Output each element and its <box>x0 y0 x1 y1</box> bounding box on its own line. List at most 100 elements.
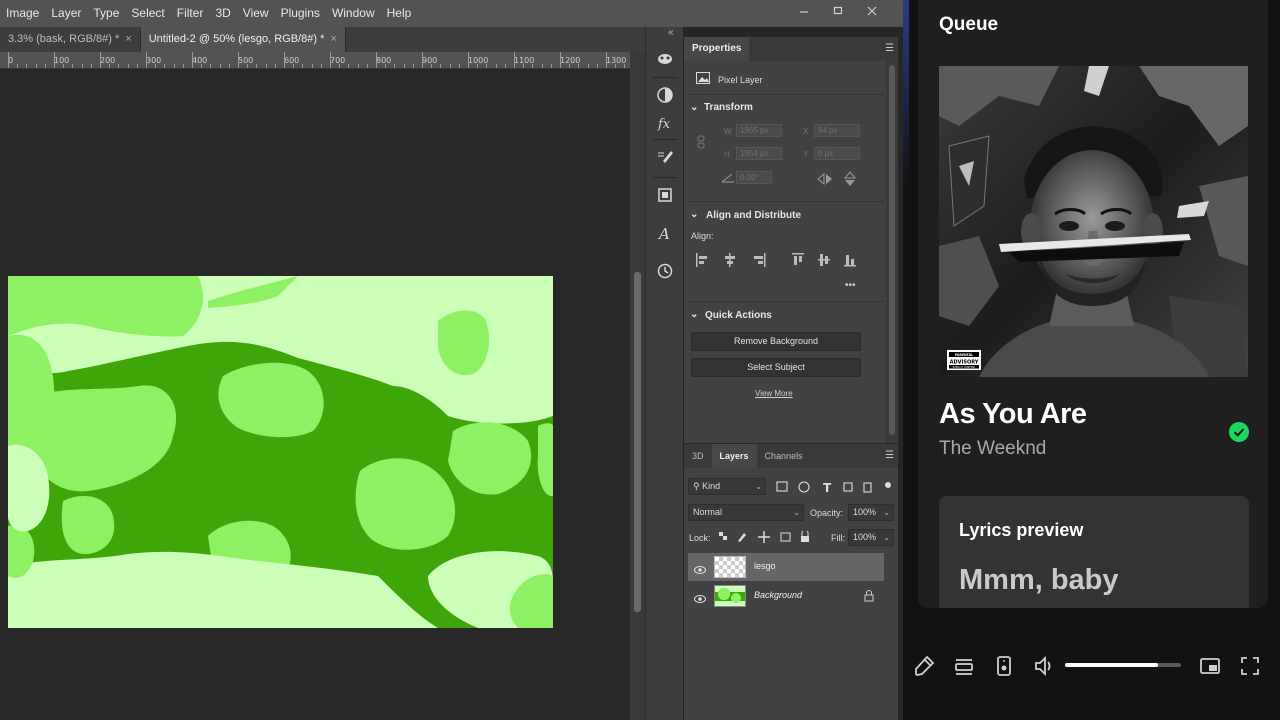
close-icon[interactable] <box>855 0 889 22</box>
queue-icon[interactable] <box>952 654 976 678</box>
document-tabs: 3.3% (bask, RGB/8#) * × Untitled-2 @ 50% … <box>0 27 645 52</box>
queue-title[interactable]: Queue <box>939 14 998 36</box>
ruler-mark <box>615 64 617 68</box>
adjustments-icon[interactable] <box>654 84 676 106</box>
menu-window[interactable]: Window <box>326 0 381 27</box>
ruler-mark <box>118 64 120 68</box>
layer-filter-dropdown[interactable]: ⚲ Kind ⌄ <box>688 478 766 495</box>
maximize-icon[interactable] <box>821 0 855 22</box>
x-field[interactable]: 94 px <box>814 124 860 137</box>
panel-menu-icon[interactable]: ☰ <box>885 450 894 461</box>
y-field[interactable]: 0 px <box>814 147 860 160</box>
filter-smart-object-icon <box>863 482 872 493</box>
link-icon[interactable] <box>696 135 706 151</box>
select-subject-button[interactable]: Select Subject <box>691 358 861 377</box>
width-field[interactable]: 1965 px <box>736 124 782 137</box>
filter-type-icon: T <box>823 481 832 493</box>
connect-device-icon[interactable] <box>992 654 1016 678</box>
blend-mode-dropdown[interactable]: Normal ⌄ <box>688 504 804 521</box>
menu-3d[interactable]: 3D <box>209 0 236 27</box>
align-buttons <box>696 253 856 267</box>
visibility-eye-icon[interactable] <box>694 590 706 608</box>
artist-name[interactable]: The Weeknd <box>939 438 1046 460</box>
layer-kind-label: Pixel Layer <box>718 75 763 85</box>
menu-plugins[interactable]: Plugins <box>275 0 326 27</box>
ruler-mark <box>311 64 313 68</box>
more-options-button[interactable]: ••• <box>845 280 856 291</box>
fx-icon[interactable]: fx <box>654 112 676 134</box>
visibility-eye-icon[interactable] <box>694 561 706 579</box>
menu-type[interactable]: Type <box>87 0 125 27</box>
properties-scrollbar[interactable] <box>886 61 898 443</box>
3d-icon[interactable] <box>654 47 676 69</box>
filter-adjustment-icon <box>798 481 810 493</box>
angle-field[interactable]: 0.00° <box>736 171 772 184</box>
transform-chevron-icon[interactable]: ⌄ <box>690 102 698 113</box>
layer-name: Background <box>754 590 803 600</box>
tab-3d[interactable]: 3D <box>684 444 712 468</box>
lyrics-preview-card[interactable]: Lyrics preview Mmm, baby <box>939 496 1249 608</box>
ruler-mark <box>403 64 405 68</box>
document-canvas[interactable] <box>8 276 553 628</box>
minimize-icon[interactable] <box>787 0 821 22</box>
tab-channels[interactable]: Channels <box>757 444 811 468</box>
fullscreen-icon[interactable] <box>1238 654 1262 678</box>
ruler-tick: 400 <box>192 56 208 65</box>
tab-layers[interactable]: Layers <box>711 444 757 468</box>
menu-filter[interactable]: Filter <box>171 0 210 27</box>
remove-background-button[interactable]: Remove Background <box>691 332 861 351</box>
layer-row-lesgo[interactable]: lesgo <box>688 553 884 581</box>
volume-slider[interactable] <box>1065 663 1181 667</box>
menu-layer[interactable]: Layer <box>45 0 87 27</box>
quick-actions-chevron-icon[interactable]: ⌄ <box>690 309 698 320</box>
menu-help[interactable]: Help <box>381 0 418 27</box>
collapse-panels-icon[interactable]: « <box>668 27 674 38</box>
ruler-tick: 500 <box>238 56 254 65</box>
scrollbar-thumb[interactable] <box>889 65 895 435</box>
close-tab-icon[interactable]: × <box>125 33 131 45</box>
saved-check-icon[interactable] <box>1229 422 1249 442</box>
clone-source-icon[interactable] <box>654 184 676 206</box>
doc-tab-untitled-2[interactable]: Untitled-2 @ 50% (lesgo, RGB/8#) * × <box>140 27 346 52</box>
microphone-icon[interactable] <box>912 654 936 678</box>
menu-view[interactable]: View <box>237 0 275 27</box>
layer-row-background[interactable]: Background <box>688 582 884 610</box>
transform-section-title[interactable]: Transform <box>704 102 753 113</box>
character-icon[interactable]: A <box>654 222 676 244</box>
opacity-field[interactable]: 100% ⌄ <box>848 504 894 521</box>
ruler-mark <box>63 64 65 68</box>
ruler-mark <box>127 64 129 68</box>
panel-menu-icon[interactable]: ☰ <box>885 43 894 54</box>
doc-tab-bask[interactable]: 3.3% (bask, RGB/8#) * × <box>0 27 141 52</box>
advisory-main-text: ADVISORY <box>950 360 979 366</box>
height-field[interactable]: 1954 px <box>736 147 782 160</box>
height-label: H <box>724 150 730 159</box>
album-art[interactable]: PARENTAL ADVISORY EXPLICIT CONTENT <box>939 66 1248 377</box>
miniplayer-icon[interactable] <box>1198 654 1222 678</box>
lock-buttons <box>719 531 809 543</box>
ruler-mark <box>339 64 341 68</box>
align-chevron-icon[interactable]: ⌄ <box>690 209 698 220</box>
divider <box>652 139 678 140</box>
view-more-link[interactable]: View More <box>755 389 793 398</box>
fill-field[interactable]: 100% ⌄ <box>848 529 894 546</box>
menu-image[interactable]: Image <box>0 0 45 27</box>
lock-icon <box>864 589 874 607</box>
volume-icon[interactable] <box>1032 654 1056 678</box>
quick-actions-title[interactable]: Quick Actions <box>705 310 772 321</box>
tab-properties[interactable]: Properties <box>684 37 750 61</box>
align-section-title[interactable]: Align and Distribute <box>706 210 801 221</box>
flip-horizontal-icon[interactable] <box>817 172 833 187</box>
brush-settings-icon[interactable] <box>654 147 676 169</box>
ruler-tick: 100 <box>54 56 70 65</box>
scrollbar-thumb[interactable] <box>634 272 641 612</box>
ruler-mark <box>486 64 488 68</box>
canvas-vertical-scrollbar[interactable] <box>630 52 645 720</box>
ruler-mark <box>348 64 350 68</box>
menu-select[interactable]: Select <box>125 0 170 27</box>
track-title[interactable]: As You Are <box>939 398 1087 431</box>
ruler-mark <box>274 64 276 68</box>
history-icon[interactable] <box>654 260 676 282</box>
close-tab-icon[interactable]: × <box>330 33 336 45</box>
flip-vertical-icon[interactable] <box>843 171 857 189</box>
